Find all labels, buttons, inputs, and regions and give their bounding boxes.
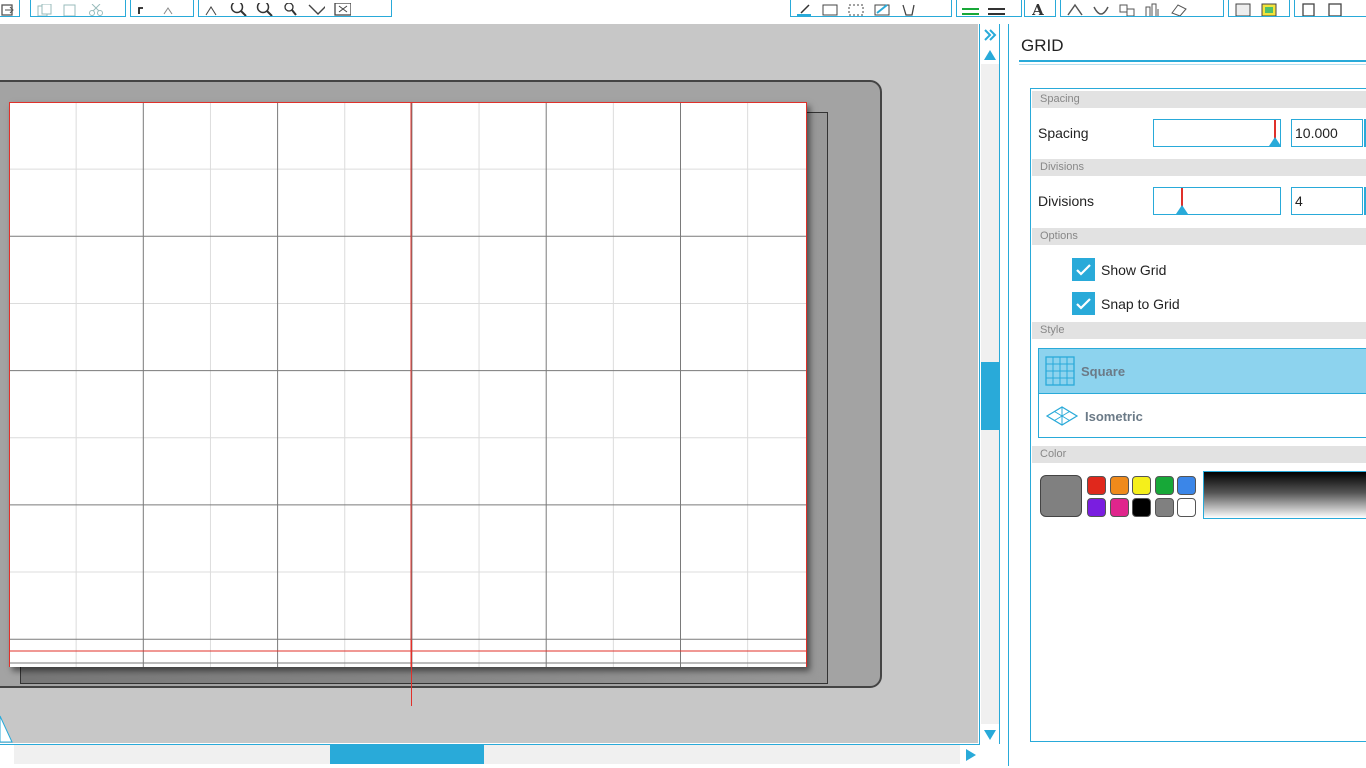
fit-window-icon[interactable]	[333, 2, 351, 16]
color-swatch[interactable]	[1177, 476, 1196, 495]
zoom-in-icon[interactable]	[229, 2, 247, 16]
snap-to-grid-label[interactable]: Snap to Grid	[1101, 296, 1180, 312]
divisions-input[interactable]: 4	[1291, 187, 1363, 215]
color-swatch[interactable]	[1154, 498, 1174, 517]
color-swatch[interactable]	[1109, 476, 1129, 495]
line-style-icon[interactable]	[987, 2, 1005, 16]
paste-icon[interactable]	[1, 2, 15, 16]
fill-color-icon[interactable]	[1259, 2, 1277, 16]
color-gradient-picker[interactable]	[1203, 471, 1366, 519]
modify-icon[interactable]	[1169, 2, 1187, 16]
top-toolbar: A	[0, 0, 1366, 22]
spacing-slider-knob[interactable]	[1269, 137, 1281, 146]
offset-icon[interactable]	[1091, 2, 1109, 16]
expand-panel-icon[interactable]	[981, 26, 999, 43]
dotted-rectangle-icon[interactable]	[847, 2, 865, 16]
section-options-header: Options	[1032, 228, 1366, 245]
color-swatch[interactable]	[1087, 476, 1106, 495]
text-icon[interactable]: A	[1029, 2, 1047, 17]
color-swatch[interactable]	[1109, 498, 1129, 517]
page-settings-icon[interactable]	[1233, 2, 1251, 16]
scroll-right-icon[interactable]	[962, 746, 980, 763]
color-swatch[interactable]	[1087, 498, 1106, 517]
design-page[interactable]	[9, 102, 807, 667]
toolbar-group-text: A	[1024, 0, 1056, 17]
show-grid-label[interactable]: Show Grid	[1101, 262, 1166, 278]
grid-panel: GRID Spacing Spacing 10.000 Divisions Di…	[1008, 24, 1366, 766]
style-square-option[interactable]: Square	[1039, 349, 1366, 393]
grid-overlay	[9, 102, 807, 667]
spacing-input[interactable]: 10.000	[1291, 119, 1363, 147]
scroll-down-icon[interactable]	[981, 726, 999, 743]
horizontal-scrollbar[interactable]	[0, 744, 980, 764]
redo-icon[interactable]	[161, 2, 179, 16]
horizontal-scroll-track[interactable]	[14, 745, 960, 764]
square-grid-icon	[1045, 356, 1075, 386]
copy-icon[interactable]	[35, 2, 53, 16]
zoom-out-icon[interactable]	[255, 2, 273, 16]
snap-to-grid-checkbox[interactable]	[1072, 292, 1095, 315]
zoom-selected-icon[interactable]	[281, 2, 299, 16]
grid-settings-box: Spacing Spacing 10.000 Divisions Divisio…	[1030, 88, 1366, 742]
spacing-label: Spacing	[1038, 125, 1089, 141]
cut-settings-icon[interactable]	[1299, 2, 1317, 16]
cut-icon[interactable]	[87, 2, 105, 16]
eraser-icon[interactable]	[873, 2, 891, 16]
checkmark-icon	[1076, 263, 1091, 276]
divisions-label: Divisions	[1038, 193, 1095, 209]
align-icon[interactable]	[1143, 2, 1161, 16]
show-grid-checkbox[interactable]	[1072, 258, 1095, 281]
mat-corner-marker	[0, 715, 13, 743]
color-swatch[interactable]	[1132, 498, 1151, 517]
knife-icon[interactable]	[899, 2, 917, 16]
draw-icon[interactable]	[795, 2, 813, 16]
current-color-swatch[interactable]	[1040, 475, 1082, 517]
paste-in-place-icon[interactable]	[61, 2, 79, 16]
app-root: A GRID Spacing Spacing 10.000 Divisions …	[0, 0, 1366, 768]
vertical-scroll-thumb[interactable]	[981, 362, 999, 430]
scroll-up-icon[interactable]	[981, 46, 999, 63]
spacing-slider[interactable]	[1153, 119, 1281, 147]
divisions-slider[interactable]	[1153, 187, 1281, 215]
section-divisions-header: Divisions	[1032, 159, 1366, 176]
undo-icon[interactable]	[135, 2, 153, 16]
toolbar-group-history	[130, 0, 194, 17]
section-style-header: Style	[1032, 322, 1366, 339]
checkmark-icon	[1076, 297, 1091, 310]
vertical-guide-line	[411, 640, 412, 706]
toolbar-group-view	[198, 0, 392, 17]
toolbar-group-page	[1228, 0, 1290, 17]
line-color-icon[interactable]	[961, 2, 979, 16]
isometric-grid-icon	[1045, 406, 1079, 426]
color-swatch[interactable]	[1154, 476, 1174, 495]
design-workspace[interactable]	[0, 24, 978, 743]
panel-title-underline-light	[1019, 64, 1366, 65]
fit-to-page-icon[interactable]	[307, 2, 325, 16]
toolbar-group-clipboard	[30, 0, 126, 17]
replicate-icon[interactable]	[1117, 2, 1135, 16]
color-swatch[interactable]	[1132, 476, 1151, 495]
send-icon[interactable]	[1325, 2, 1343, 16]
style-square-label: Square	[1081, 363, 1126, 379]
weld-icon[interactable]	[1065, 2, 1083, 16]
divisions-slider-knob[interactable]	[1176, 205, 1188, 214]
color-swatch[interactable]	[1177, 498, 1196, 517]
section-color-header: Color	[1032, 446, 1366, 463]
style-isometric-label: Isometric	[1085, 408, 1143, 424]
toolbar-group-paste	[0, 0, 20, 17]
horizontal-scroll-thumb[interactable]	[330, 745, 484, 764]
panel-title: GRID	[1021, 36, 1064, 55]
toolbar-group-cut	[1294, 0, 1366, 17]
pan-icon[interactable]	[203, 2, 221, 16]
grid-style-list: Square Isometric	[1038, 348, 1366, 438]
section-spacing-header: Spacing	[1032, 91, 1366, 108]
rectangle-icon[interactable]	[821, 2, 839, 16]
vertical-scrollbar[interactable]	[979, 24, 1000, 744]
toolbar-group-modify	[1060, 0, 1224, 17]
toolbar-group-line	[956, 0, 1022, 17]
style-isometric-option[interactable]: Isometric	[1039, 394, 1366, 438]
toolbar-group-draw	[790, 0, 952, 17]
panel-title-underline	[1019, 60, 1366, 62]
